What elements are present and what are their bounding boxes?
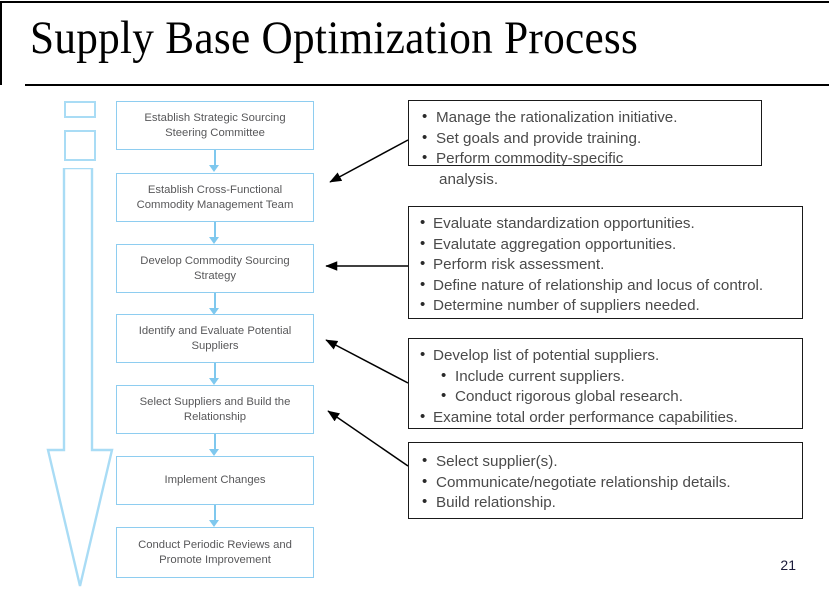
flow-step-label: Implement Changes bbox=[164, 474, 266, 487]
callout-list-item: Develop list of potential suppliers. bbox=[419, 345, 794, 367]
callout-list-item: Evalutate aggregation opportunities. bbox=[419, 234, 794, 256]
flow-step-label: Develop Commodity Sourcing Strategy bbox=[140, 255, 290, 282]
callout-list-item: Conduct rigorous global research. bbox=[419, 386, 794, 408]
flow-step-box[interactable]: Conduct Periodic Reviews and Promote Imp… bbox=[116, 527, 314, 578]
decorative-rectangle-top bbox=[64, 101, 96, 118]
callout-list: Select supplier(s). Communicate/negotiat… bbox=[419, 451, 794, 514]
flow-connector-arrowhead-icon bbox=[209, 520, 219, 527]
process-direction-arrow-icon bbox=[46, 168, 114, 587]
callout-list-item: Manage the rationalization initiative. bbox=[419, 107, 753, 129]
title-underline-rule bbox=[25, 84, 829, 86]
leader-line-1 bbox=[329, 139, 409, 183]
flow-connector-arrowhead-icon bbox=[209, 449, 219, 456]
callout-list-item: analysis. bbox=[439, 170, 499, 188]
flow-step-box[interactable]: Develop Commodity Sourcing Strategy bbox=[116, 244, 314, 293]
flow-connector-arrowhead-icon bbox=[209, 378, 219, 385]
callout-box-2: Evaluate standardization opportunities. … bbox=[408, 206, 803, 319]
flow-step-label: Identify and Evaluate Potential Supplier… bbox=[138, 325, 292, 352]
page-number: 21 bbox=[780, 557, 796, 573]
callout-list: Develop list of potential suppliers. Inc… bbox=[419, 345, 794, 429]
callout-box-3: Develop list of potential suppliers. Inc… bbox=[408, 338, 803, 429]
callout-list-item: Select supplier(s). bbox=[419, 451, 794, 473]
callout-list-item: Examine total order performance capabili… bbox=[419, 407, 794, 429]
callout-box-1: Manage the rationalization initiative. S… bbox=[408, 100, 762, 188]
slide-left-border bbox=[0, 1, 2, 85]
callout-list-item: Perform risk assessment. bbox=[419, 254, 794, 276]
callout-list: Evaluate standardization opportunities. … bbox=[419, 213, 794, 317]
page-title: Supply Base Optimization Process bbox=[30, 12, 639, 64]
flow-step-box[interactable]: Implement Changes bbox=[116, 456, 314, 505]
leader-line-3 bbox=[325, 339, 409, 384]
callout-box-4: Select supplier(s). Communicate/negotiat… bbox=[408, 442, 803, 519]
slide-canvas: Supply Base Optimization Process Establi… bbox=[0, 0, 829, 589]
callout-list-item: Perform commodity-specific bbox=[419, 148, 753, 170]
flow-step-label: Establish Strategic Sourcing Steering Co… bbox=[144, 112, 286, 139]
flow-step-box[interactable]: Establish Strategic Sourcing Steering Co… bbox=[116, 101, 314, 150]
flow-step-label: Establish Cross-Functional Commodity Man… bbox=[136, 184, 294, 211]
flow-step-label: Conduct Periodic Reviews and Promote Imp… bbox=[138, 539, 292, 566]
flow-step-label: Select Suppliers and Build the Relations… bbox=[139, 396, 291, 423]
flow-step-box[interactable]: Establish Cross-Functional Commodity Man… bbox=[116, 173, 314, 222]
callout-list: Manage the rationalization initiative. S… bbox=[419, 107, 753, 190]
callout-list-item: Define nature of relationship and locus … bbox=[419, 275, 794, 297]
decorative-rectangle-second bbox=[64, 130, 96, 161]
slide-top-border bbox=[0, 1, 829, 3]
flow-connector-arrowhead-icon bbox=[209, 165, 219, 172]
callout-list-item: Determine number of suppliers needed. bbox=[419, 295, 794, 317]
callout-list-item: Evaluate standardization opportunities. bbox=[419, 213, 794, 235]
leader-line-4 bbox=[327, 410, 409, 467]
callout-list-item: Communicate/negotiate relationship detai… bbox=[419, 472, 794, 494]
callout-list-item: Build relationship. bbox=[419, 492, 794, 514]
flow-step-box[interactable]: Identify and Evaluate Potential Supplier… bbox=[116, 314, 314, 363]
flow-step-box[interactable]: Select Suppliers and Build the Relations… bbox=[116, 385, 314, 434]
callout-list-item: Set goals and provide training. bbox=[419, 128, 753, 150]
flow-connector-arrowhead-icon bbox=[209, 237, 219, 244]
callout-list-item: Include current suppliers. bbox=[419, 366, 794, 388]
